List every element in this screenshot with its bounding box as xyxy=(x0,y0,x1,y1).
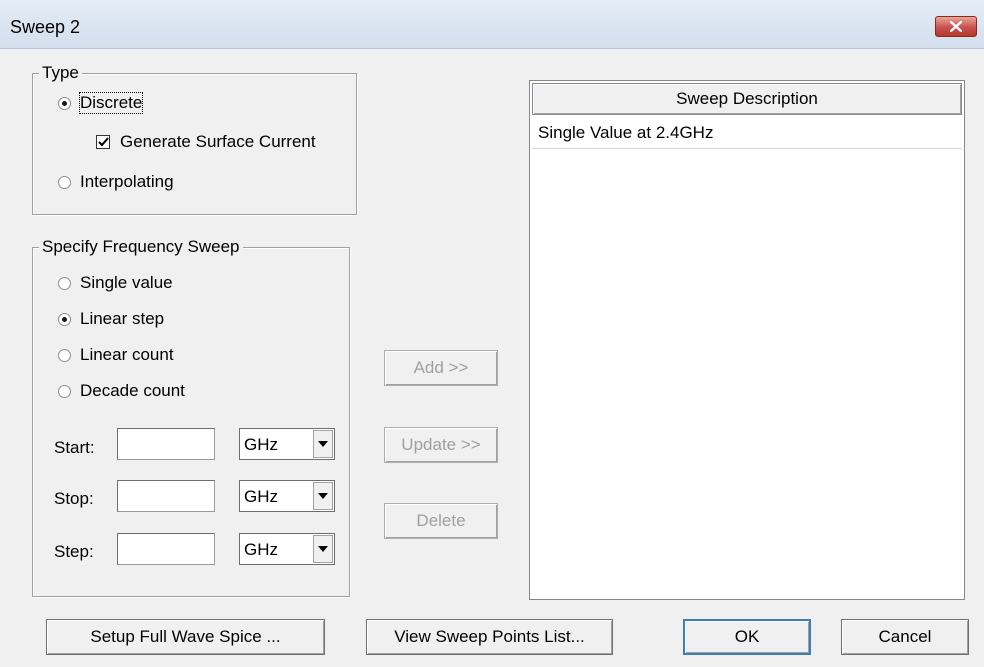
frequency-sweep-group-label: Specify Frequency Sweep xyxy=(39,237,243,257)
sweep-description-list[interactable]: Sweep Description Single Value at 2.4GHz xyxy=(529,80,965,600)
update-button[interactable]: Update >> xyxy=(384,427,498,463)
radio-discrete-label: Discrete xyxy=(78,92,144,114)
step-unit-select[interactable]: GHz xyxy=(239,533,335,565)
cancel-button[interactable]: Cancel xyxy=(841,619,969,655)
checkbox-box[interactable] xyxy=(96,135,110,149)
chevron-down-icon xyxy=(318,493,328,499)
stop-unit-dropdown-button[interactable] xyxy=(313,482,333,510)
radio-discrete[interactable]: Discrete xyxy=(58,92,144,114)
radio-button[interactable] xyxy=(58,348,71,362)
stop-unit-select[interactable]: GHz xyxy=(239,480,335,512)
radio-linear-count-label: Linear count xyxy=(80,345,174,364)
stop-input[interactable] xyxy=(117,480,215,512)
radio-single-value-label: Single value xyxy=(80,273,173,292)
start-label: Start: xyxy=(54,438,95,457)
radio-button-checked[interactable] xyxy=(58,312,71,326)
close-icon xyxy=(950,21,962,32)
checkmark-icon xyxy=(97,137,109,147)
start-unit-dropdown-button[interactable] xyxy=(313,430,333,458)
step-label: Step: xyxy=(54,542,94,561)
setup-full-wave-spice-button[interactable]: Setup Full Wave Spice ... xyxy=(46,619,325,655)
radio-button[interactable] xyxy=(58,175,71,189)
stop-label: Stop: xyxy=(54,489,94,508)
chevron-down-icon xyxy=(318,441,328,447)
start-unit-select[interactable]: GHz xyxy=(239,428,335,460)
radio-linear-count[interactable]: Linear count xyxy=(58,345,174,365)
start-unit-value: GHz xyxy=(244,435,278,454)
radio-interpolating-label: Interpolating xyxy=(80,172,174,191)
step-unit-dropdown-button[interactable] xyxy=(313,535,333,563)
list-item[interactable]: Single Value at 2.4GHz xyxy=(532,117,962,149)
start-input[interactable] xyxy=(117,428,215,460)
radio-button-checked[interactable] xyxy=(58,96,71,110)
stop-unit-value: GHz xyxy=(244,487,278,506)
type-group-label: Type xyxy=(39,63,82,83)
radio-decade-count[interactable]: Decade count xyxy=(58,381,185,401)
step-unit-value: GHz xyxy=(244,540,278,559)
add-button[interactable]: Add >> xyxy=(384,350,498,386)
radio-button[interactable] xyxy=(58,384,71,398)
radio-single-value[interactable]: Single value xyxy=(58,273,173,293)
radio-linear-step[interactable]: Linear step xyxy=(58,309,164,329)
window-title: Sweep 2 xyxy=(10,17,81,37)
radio-linear-step-label: Linear step xyxy=(80,309,165,328)
radio-button[interactable] xyxy=(58,276,71,290)
close-button[interactable] xyxy=(935,16,977,37)
view-sweep-points-list-button[interactable]: View Sweep Points List... xyxy=(366,619,613,655)
title-bar: Sweep 2 xyxy=(0,0,984,49)
step-input[interactable] xyxy=(117,533,215,565)
radio-interpolating[interactable]: Interpolating xyxy=(58,172,174,192)
sweep-description-column-header[interactable]: Sweep Description xyxy=(532,83,962,115)
radio-decade-count-label: Decade count xyxy=(80,381,185,400)
delete-button[interactable]: Delete xyxy=(384,503,498,539)
ok-button[interactable]: OK xyxy=(683,619,811,655)
chevron-down-icon xyxy=(318,546,328,552)
checkbox-generate-surface-current-label: Generate Surface Current xyxy=(120,132,316,151)
checkbox-generate-surface-current[interactable]: Generate Surface Current xyxy=(96,132,316,152)
